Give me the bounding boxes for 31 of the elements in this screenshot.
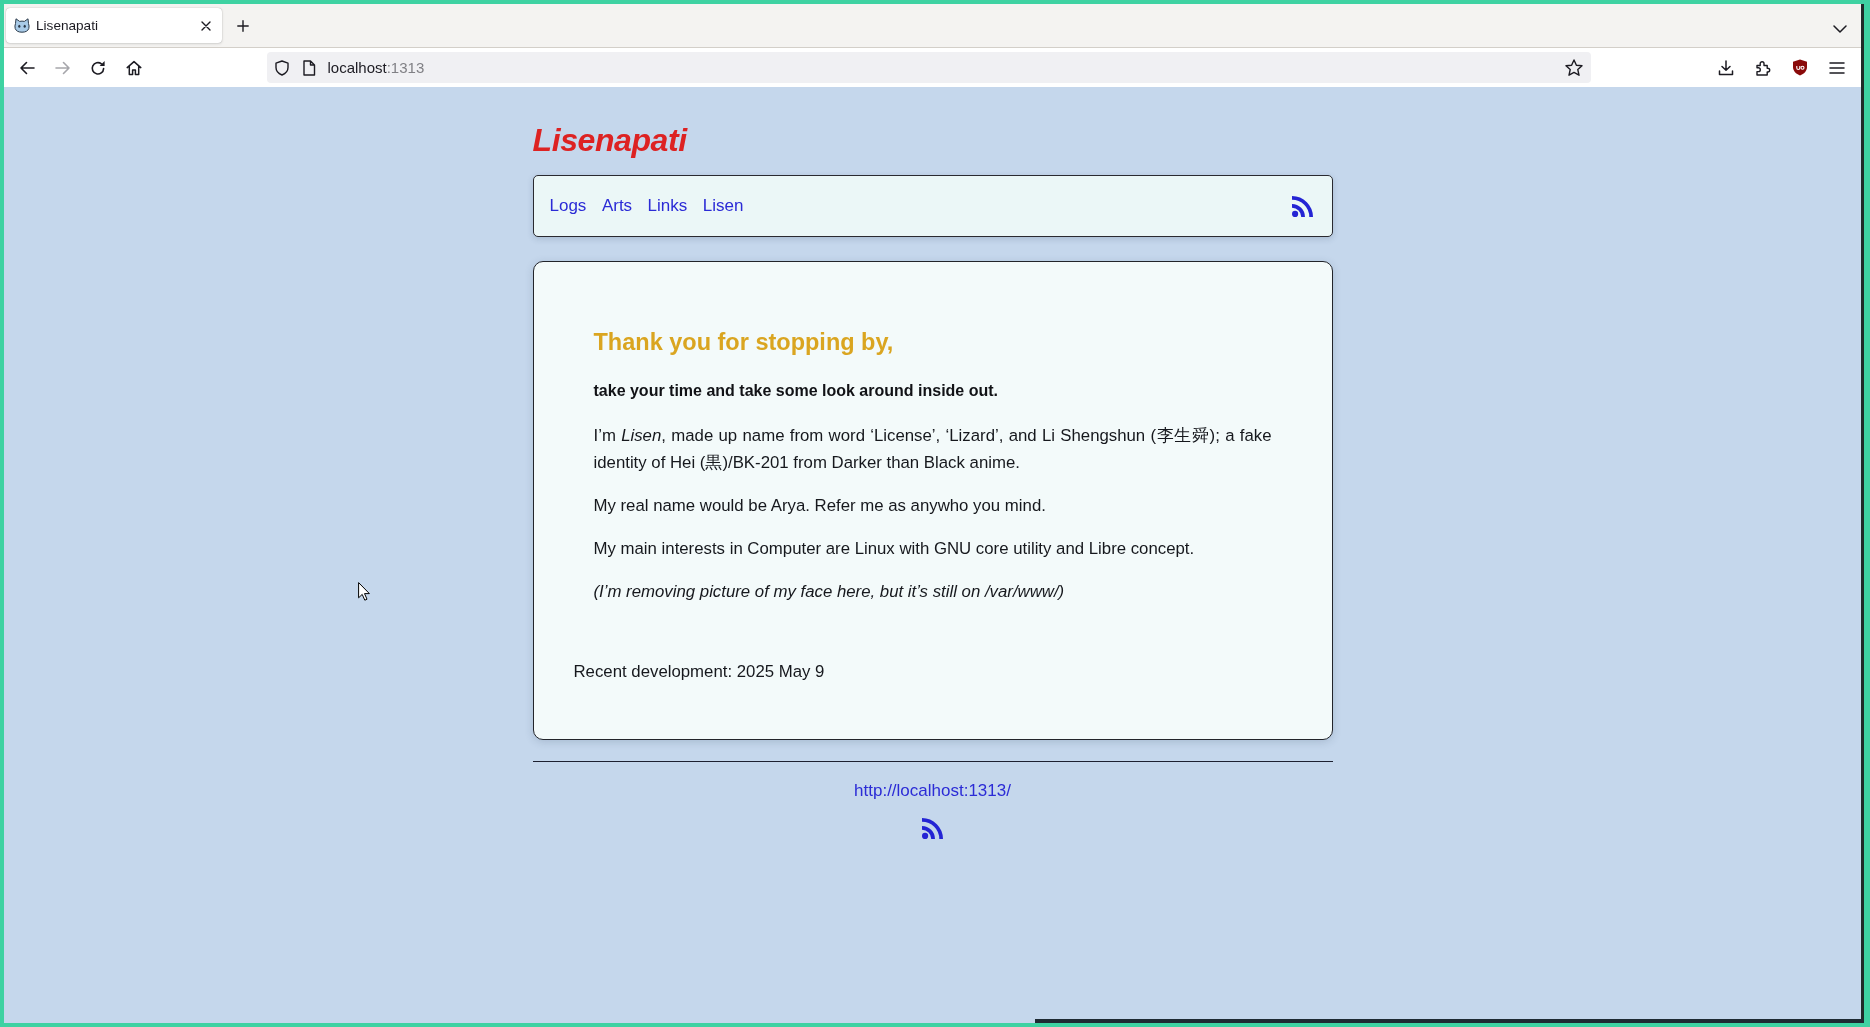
nav-link[interactable]: Logs <box>549 196 587 216</box>
home-icon[interactable] <box>125 59 142 76</box>
paragraph: I’m Lisen, made up name from word ‘License’, ‘Lizard’, and Li Shengshun (李生舜); a fake identity of Hei (黒)/BK-201 from Darker than Black anime. <box>593 424 1272 474</box>
nav-link[interactable]: Links <box>647 196 688 216</box>
paragraph: My main interests in Computer are Linux with GNU core utility and Libre concept. <box>593 537 1196 560</box>
browser-tab[interactable]: Lisenapati <box>6 8 222 43</box>
puzzle-piece-icon[interactable] <box>1754 59 1771 76</box>
menu-icon[interactable] <box>1828 61 1845 74</box>
reload-icon[interactable] <box>90 59 106 76</box>
page-icon[interactable] <box>301 59 316 76</box>
shield-icon[interactable] <box>273 59 290 76</box>
shield-icon[interactable] <box>1791 59 1808 76</box>
address-bar[interactable]: localhost:1313 <box>266 52 1591 83</box>
chevron-down-icon[interactable] <box>1833 25 1847 33</box>
rss-icon[interactable] <box>1291 195 1313 217</box>
nav-link[interactable]: Lisen <box>702 196 744 216</box>
plus-icon[interactable] <box>237 20 249 32</box>
download-icon[interactable] <box>1717 59 1734 76</box>
cat-icon <box>14 18 30 33</box>
update-text: Recent development: 2025 May 9 <box>573 661 826 683</box>
footer-link[interactable]: http://localhost:1313/ <box>854 776 1011 804</box>
lead-text: take your time and take some look around inside out. <box>593 381 1000 401</box>
arrow-left-icon[interactable] <box>19 60 35 75</box>
paragraph: My real name would be Arya. Refer me as anywho you mind. <box>593 494 1047 517</box>
note-text: (I’m removing picture of my face here, but it’s still on /var/www/) <box>593 580 1066 603</box>
star-icon[interactable] <box>1564 59 1583 76</box>
nav-link[interactable]: Arts <box>601 196 633 216</box>
rss-icon[interactable] <box>922 818 943 840</box>
close-icon[interactable] <box>201 20 211 31</box>
mouse-pointer-icon <box>358 582 370 601</box>
page-heading: Thank you for stopping by, <box>593 328 895 357</box>
